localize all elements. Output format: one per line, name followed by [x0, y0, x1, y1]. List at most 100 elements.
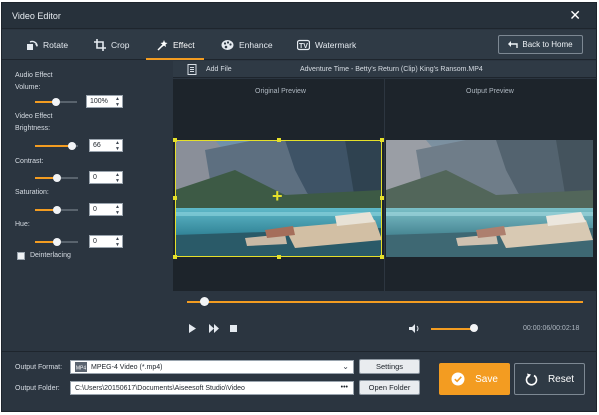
- palette-icon: [221, 40, 234, 50]
- selection-handle[interactable]: [173, 196, 177, 200]
- add-file-button[interactable]: Add File: [206, 66, 232, 73]
- saturation-slider-knob[interactable]: [53, 206, 61, 214]
- tab-enhance-label: Enhance: [239, 40, 273, 50]
- back-arrow-icon: [508, 41, 519, 48]
- effect-icon: [157, 40, 168, 51]
- playback-time: 00:00:06/00:02:18: [523, 325, 580, 332]
- spin-arrows-icon[interactable]: ▲ ▼: [115, 140, 120, 152]
- tab-effect-label: Effect: [173, 40, 195, 50]
- hue-label: Hue:: [15, 221, 30, 228]
- mp4-file-icon: MP4: [75, 362, 87, 372]
- deinterlacing-checkbox[interactable]: [17, 252, 25, 260]
- volume-stepper[interactable]: 100% ▲ ▼: [86, 95, 123, 108]
- svg-text:MP4: MP4: [76, 366, 87, 372]
- output-folder-label: Output Folder:: [15, 385, 60, 392]
- active-tab-indicator: [146, 58, 204, 60]
- contrast-stepper[interactable]: 0 ▲ ▼: [89, 171, 123, 184]
- settings-button[interactable]: Settings: [359, 359, 420, 374]
- saturation-stepper[interactable]: 0 ▲ ▼: [89, 203, 123, 216]
- timeline-track[interactable]: [187, 301, 583, 303]
- player-volume-fill: [431, 328, 474, 330]
- selection-handle[interactable]: [173, 138, 177, 142]
- volume-slider-knob[interactable]: [52, 98, 60, 106]
- output-format-label: Output Format:: [15, 364, 63, 371]
- selection-handle[interactable]: [277, 255, 281, 259]
- reset-button[interactable]: Reset: [514, 363, 585, 395]
- selection-handle[interactable]: [380, 196, 384, 200]
- reset-label: Reset: [547, 373, 575, 385]
- title-bar: Video Editor ✕: [2, 3, 596, 29]
- output-preview-label: Output Preview: [466, 88, 514, 95]
- svg-text:TV: TV: [299, 43, 308, 50]
- browse-button[interactable]: •••: [341, 384, 348, 391]
- file-bar: Add File Adventure Time - Betty's Return…: [173, 61, 596, 78]
- brightness-stepper[interactable]: 66 ▲ ▼: [89, 139, 123, 152]
- editor-toolbar: Rotate Crop Effect Enhance TV Watermark …: [2, 30, 596, 60]
- contrast-slider-knob[interactable]: [53, 174, 61, 182]
- back-to-home-button[interactable]: Back to Home: [498, 35, 583, 54]
- crop-selection-box[interactable]: +: [173, 138, 384, 259]
- timeline-knob[interactable]: [200, 297, 209, 306]
- tab-enhance[interactable]: Enhance: [221, 30, 273, 60]
- original-preview-label: Original Preview: [255, 88, 306, 95]
- close-icon[interactable]: ✕: [569, 8, 581, 22]
- video-effect-heading: Video Effect: [15, 113, 53, 120]
- spin-arrows-icon[interactable]: ▲ ▼: [115, 96, 120, 108]
- crosshair-icon[interactable]: +: [272, 187, 283, 205]
- deinterlacing-label: Deinterlacing: [30, 252, 71, 259]
- selection-handle[interactable]: [380, 138, 384, 142]
- contrast-value: 0: [93, 174, 97, 181]
- output-format-select[interactable]: MP4 MPEG-4 Video (*.mp4) ⌄: [70, 360, 354, 374]
- open-folder-label: Open Folder: [368, 383, 411, 392]
- hue-value: 0: [93, 238, 97, 245]
- check-circle-icon: [451, 372, 465, 386]
- saturation-label: Saturation:: [15, 189, 49, 196]
- brightness-slider-fill: [35, 145, 72, 147]
- volume-label: Volume:: [15, 84, 41, 91]
- volume-icon[interactable]: [409, 324, 420, 333]
- spin-arrows-icon[interactable]: ▲ ▼: [115, 172, 120, 184]
- tab-watermark[interactable]: TV Watermark: [297, 30, 356, 60]
- selection-handle[interactable]: [173, 255, 177, 259]
- back-to-home-label: Back to Home: [522, 40, 573, 49]
- stop-icon[interactable]: [230, 325, 237, 332]
- hue-slider-knob[interactable]: [53, 238, 61, 246]
- video-editor-window: Video Editor ✕ Rotate Crop Effect Enhanc…: [1, 2, 597, 412]
- audio-effect-heading: Audio Effect: [15, 72, 53, 79]
- saturation-value: 0: [93, 206, 97, 213]
- reset-icon: [525, 373, 538, 386]
- open-folder-button[interactable]: Open Folder: [359, 380, 420, 395]
- spin-arrows-icon[interactable]: ▲ ▼: [115, 236, 120, 248]
- rotate-icon: [27, 40, 38, 50]
- output-bar: Output Format: MP4 MPEG-4 Video (*.mp4) …: [2, 351, 596, 411]
- spin-arrows-icon[interactable]: ▲ ▼: [115, 204, 120, 216]
- preview-area: Original Preview Output Preview +: [173, 79, 596, 291]
- hue-stepper[interactable]: 0 ▲ ▼: [89, 235, 123, 248]
- tab-watermark-label: Watermark: [315, 40, 357, 50]
- output-preview-image: [386, 140, 593, 257]
- output-format-value: MPEG-4 Video (*.mp4): [91, 363, 163, 371]
- selection-handle[interactable]: [380, 255, 384, 259]
- selection-handle[interactable]: [277, 138, 281, 142]
- brightness-value: 66: [93, 142, 101, 149]
- output-folder-field[interactable]: C:\Users\20150617\Documents\Aiseesoft St…: [70, 381, 354, 395]
- brightness-slider-knob[interactable]: [68, 142, 76, 150]
- output-folder-value: C:\Users\20150617\Documents\Aiseesoft St…: [75, 384, 245, 392]
- chevron-down-icon[interactable]: ⌄: [342, 362, 349, 371]
- contrast-label: Contrast:: [15, 158, 44, 165]
- tab-rotate[interactable]: Rotate: [26, 30, 68, 60]
- fast-forward-icon[interactable]: [209, 324, 219, 333]
- tab-crop-label: Crop: [111, 40, 130, 50]
- effect-panel: Audio Effect Volume: 100% ▲ ▼ Video Effect…: [2, 61, 172, 351]
- tab-crop[interactable]: Crop: [94, 30, 129, 60]
- add-file-icon[interactable]: [187, 64, 197, 75]
- player-controls: 00:00:06/00:02:18: [173, 291, 596, 351]
- play-icon[interactable]: [188, 324, 196, 333]
- tab-rotate-label: Rotate: [43, 40, 69, 50]
- brightness-label: Brightness:: [15, 125, 51, 132]
- save-label: Save: [475, 373, 498, 385]
- tab-effect[interactable]: Effect: [156, 30, 195, 60]
- player-volume-knob[interactable]: [470, 324, 478, 332]
- save-button[interactable]: Save: [439, 363, 510, 395]
- file-name: Adventure Time - Betty's Return (Clip) K…: [300, 66, 483, 73]
